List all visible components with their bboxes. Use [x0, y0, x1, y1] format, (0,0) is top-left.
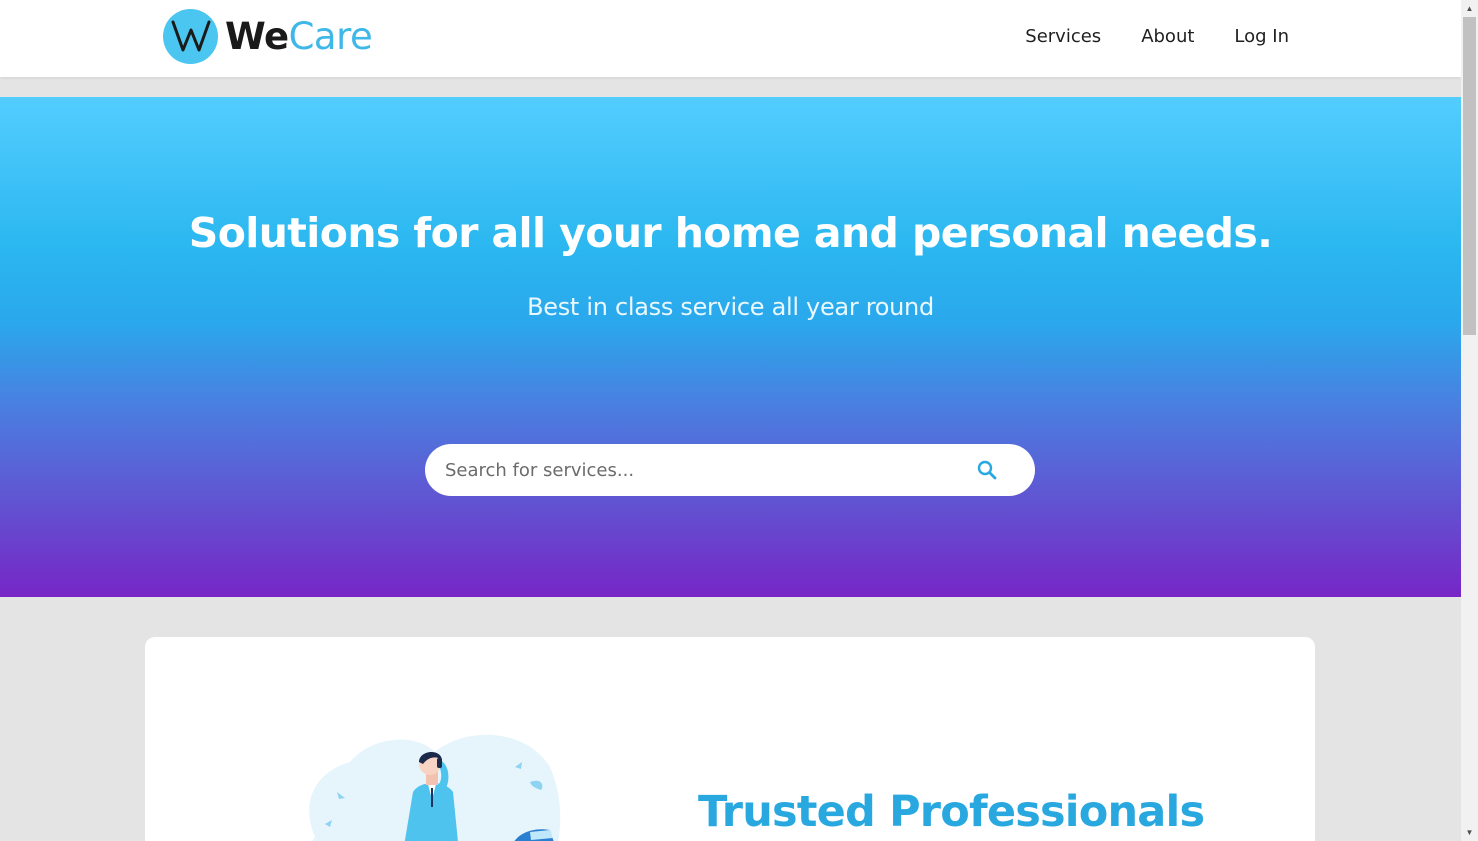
- site-header: WeCare Services About Log In: [0, 0, 1461, 77]
- scroll-down-icon[interactable]: ▼: [1461, 824, 1478, 841]
- nav-services-link[interactable]: Services: [1025, 26, 1101, 47]
- features-card: Trusted Professionals: [145, 637, 1315, 841]
- nav-about-link[interactable]: About: [1141, 26, 1194, 47]
- hero-banner: Solutions for all your home and personal…: [0, 97, 1461, 597]
- search-bar: [425, 444, 1035, 496]
- w-logo-icon: [163, 8, 218, 64]
- hero-title: Solutions for all your home and personal…: [188, 209, 1273, 257]
- scroll-up-icon[interactable]: ▲: [1461, 0, 1478, 17]
- hero-subtitle: Best in class service all year round: [527, 293, 934, 321]
- trusted-professionals-title: Trusted Professionals: [698, 787, 1205, 837]
- logo-text-care: Care: [288, 14, 373, 58]
- search-input[interactable]: [445, 444, 965, 496]
- wecare-logo[interactable]: WeCare: [163, 8, 373, 64]
- person-phone-illustration: [295, 732, 565, 841]
- logo-text-we: We: [225, 14, 289, 58]
- nav-login-link[interactable]: Log In: [1234, 26, 1289, 47]
- page-scrollbar[interactable]: ▲ ▼: [1461, 0, 1478, 841]
- search-icon[interactable]: [975, 458, 999, 482]
- main-nav: Services About Log In: [1025, 26, 1289, 47]
- scrollbar-thumb[interactable]: [1463, 17, 1476, 335]
